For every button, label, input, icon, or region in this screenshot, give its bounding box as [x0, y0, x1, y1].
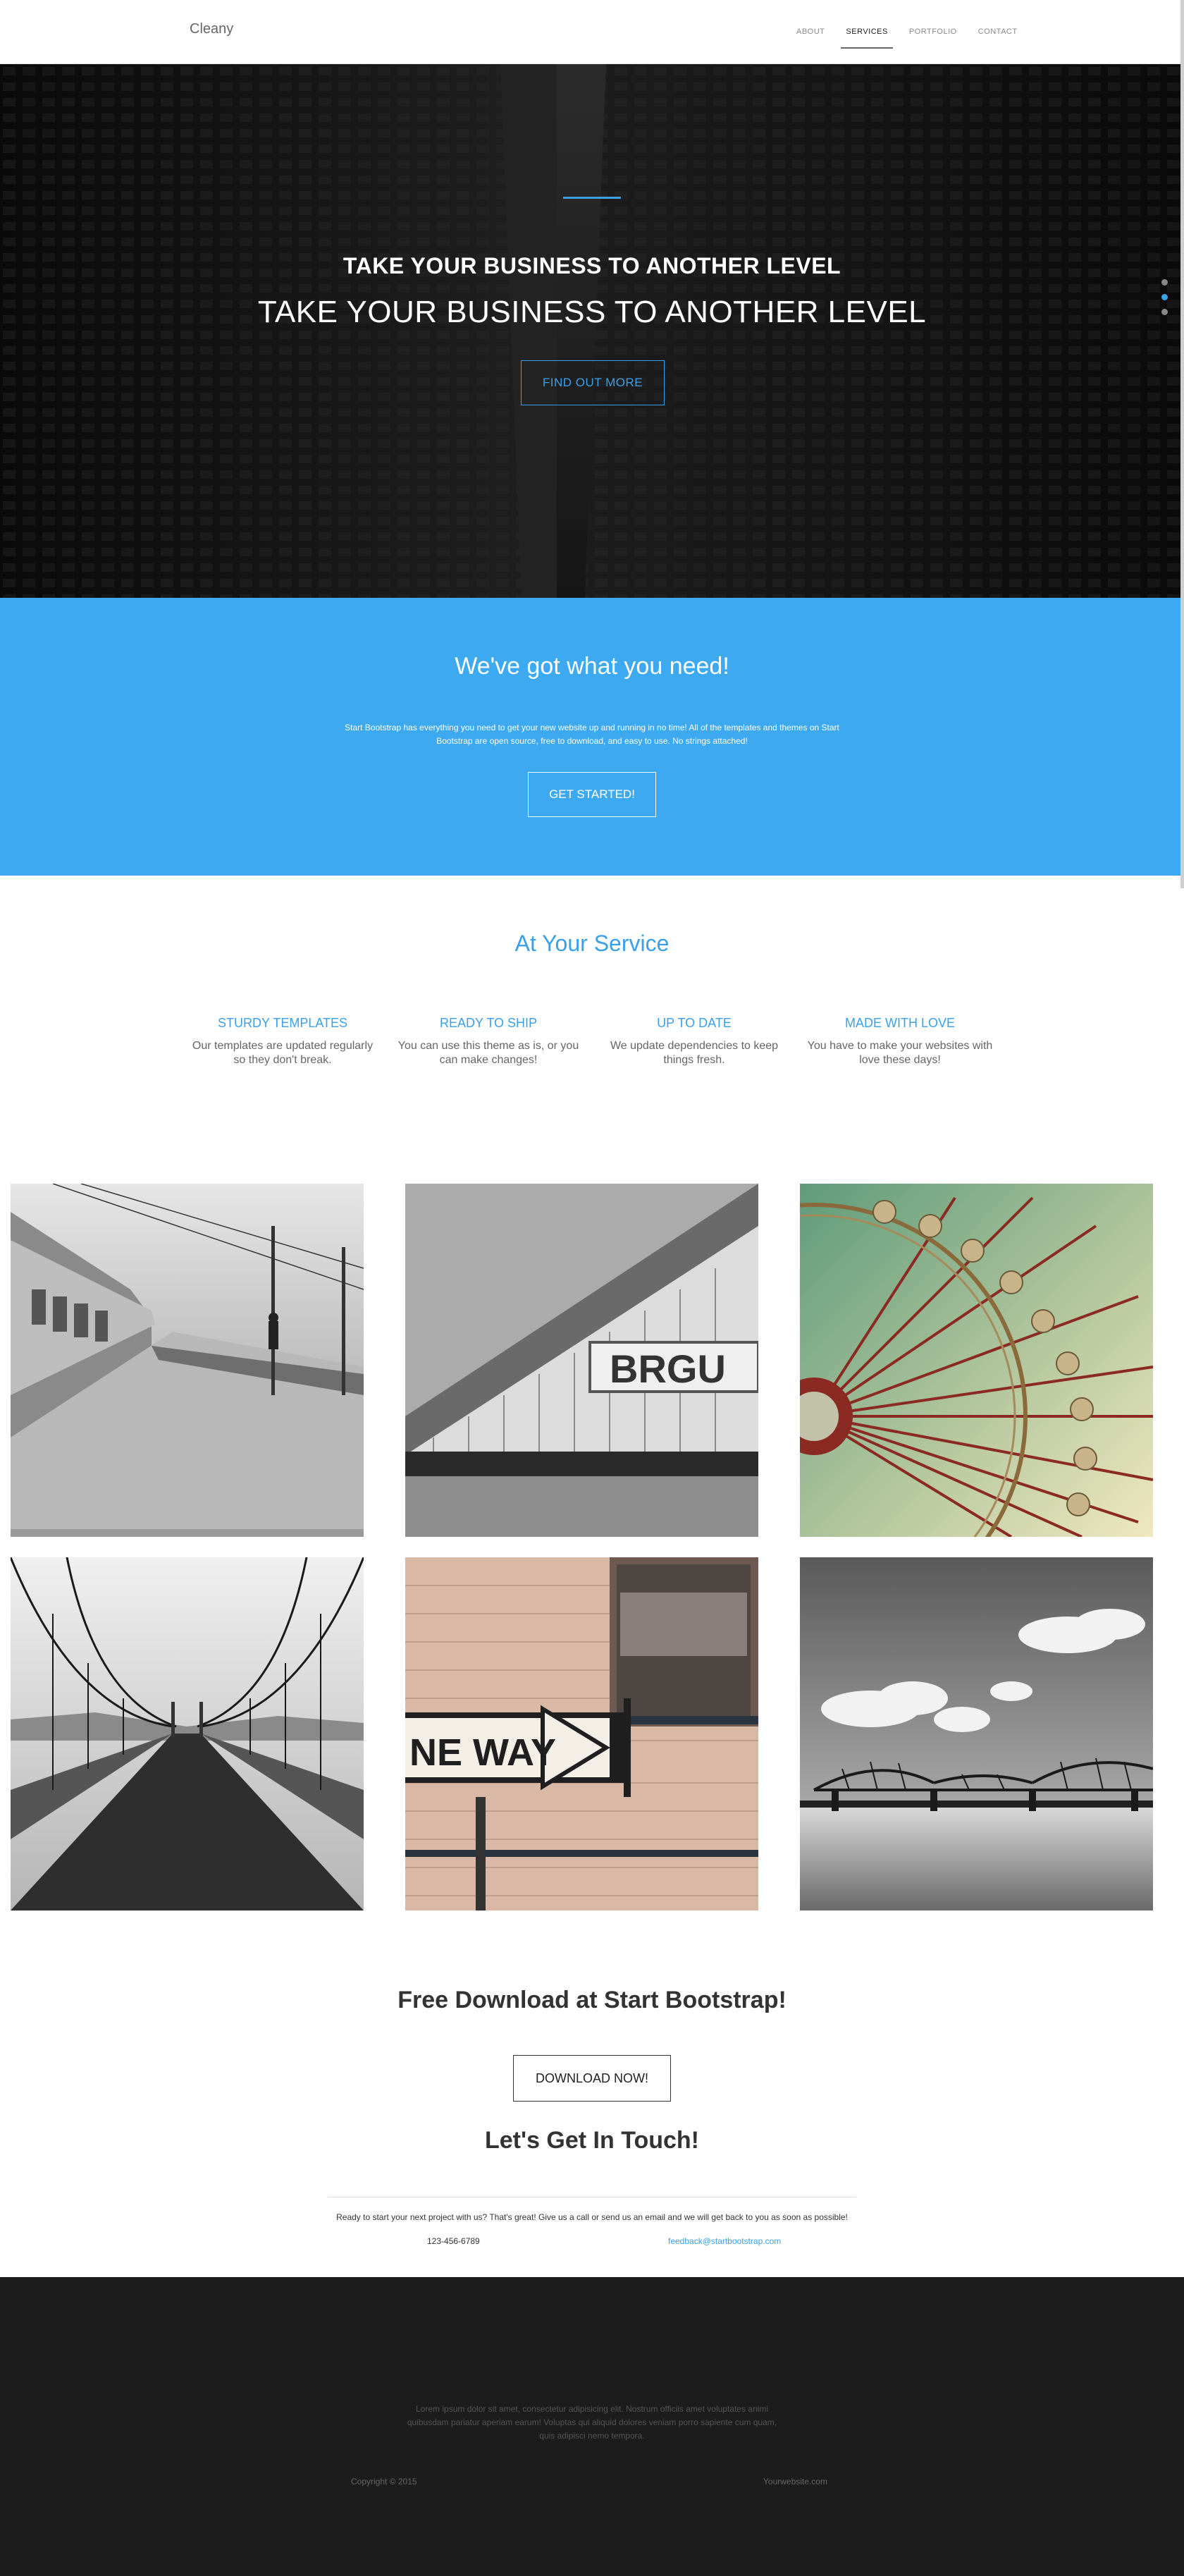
portfolio-image-river-bridge[interactable]: [800, 1557, 1153, 1910]
nav-menu: ABOUT SERVICES PORTFOLIO CONTACT: [786, 0, 1028, 64]
download-heading: Free Download at Start Bootstrap!: [397, 1987, 787, 2013]
slide-dot-2[interactable]: [1161, 294, 1168, 300]
about-text: Start Bootstrap has everything you need …: [345, 723, 839, 746]
portfolio-image-suspension-bridge[interactable]: [11, 1557, 364, 1910]
service-item: UP TO DATE We update dependencies to kee…: [591, 1016, 797, 1067]
service-item: READY TO SHIP You can use this theme as …: [386, 1016, 591, 1067]
services-heading: At Your Service: [514, 931, 670, 956]
portfolio-image-wooden-building[interactable]: BRGU: [405, 1184, 758, 1537]
service-text: You can use this theme as is, or you can…: [397, 1040, 579, 1066]
contact-phone[interactable]: 123-456-6789: [427, 2236, 480, 2246]
nav-item-contact[interactable]: CONTACT: [968, 0, 1028, 64]
footer-text: Lorem ipsum dolor sit amet, consectetur …: [407, 2404, 777, 2441]
service-text: Our templates are updated regularly so t…: [192, 1040, 374, 1066]
service-title: STURDY TEMPLATES: [217, 1016, 348, 1030]
service-title: READY TO SHIP: [439, 1016, 538, 1030]
about-section: We've got what you need! Start Bootstrap…: [0, 598, 1184, 876]
slide-dot-1[interactable]: [1161, 279, 1168, 286]
slide-dot-3[interactable]: [1161, 309, 1168, 315]
nav-item-portfolio[interactable]: PORTFOLIO: [899, 0, 968, 64]
hero-subtitle: TAKE YOUR BUSINESS TO ANOTHER LEVEL: [257, 295, 927, 329]
download-now-button[interactable]: DOWNLOAD NOW!: [513, 2055, 671, 2102]
hero-section: TAKE YOUR BUSINESS TO ANOTHER LEVEL TAKE…: [0, 64, 1184, 598]
service-item: MADE WITH LOVE You have to make your web…: [797, 1016, 1003, 1067]
scrollbar[interactable]: [1180, 0, 1184, 888]
hero-divider: [563, 197, 621, 199]
footer-site-link[interactable]: Yourwebsite.com: [763, 2477, 827, 2486]
portfolio-image-ferris-wheel[interactable]: [800, 1184, 1153, 1537]
slide-dots: [1161, 279, 1168, 324]
contact-email-link[interactable]: feedback@startbootstrap.com: [668, 2236, 781, 2246]
find-out-more-button[interactable]: FIND OUT MORE: [521, 360, 665, 405]
contact-text: Ready to start your next project with us…: [336, 2212, 848, 2222]
service-title: MADE WITH LOVE: [844, 1016, 955, 1030]
get-started-button[interactable]: GET STARTED!: [528, 772, 656, 817]
navbar: Cleany ABOUT SERVICES PORTFOLIO CONTACT: [0, 0, 1184, 64]
portfolio-image-one-way-sign[interactable]: NE WAY: [405, 1557, 758, 1910]
service-text: We update dependencies to keep things fr…: [610, 1040, 779, 1066]
nav-item-about[interactable]: ABOUT: [786, 0, 835, 64]
service-text: You have to make your websites with love…: [807, 1040, 993, 1066]
brand-logo[interactable]: Cleany: [190, 21, 233, 37]
one-way-sign-text: NE WAY: [409, 1731, 556, 1774]
hero-background-image: [0, 64, 1184, 598]
footer: Lorem ipsum dolor sit amet, consectetur …: [0, 2277, 1184, 2576]
service-item: STURDY TEMPLATES Our templates are updat…: [180, 1016, 386, 1067]
contact-heading: Let's Get In Touch!: [484, 2127, 699, 2154]
building-sign-text: BRGU: [610, 1347, 726, 1391]
service-title: UP TO DATE: [657, 1016, 732, 1030]
services-grid: STURDY TEMPLATES Our templates are updat…: [180, 1016, 1004, 1067]
hero-title: TAKE YOUR BUSINESS TO ANOTHER LEVEL: [343, 253, 841, 278]
portfolio-image-train-platform[interactable]: [11, 1184, 364, 1537]
nav-item-services[interactable]: SERVICES: [835, 0, 898, 64]
footer-copyright: Copyright © 2015: [351, 2477, 417, 2486]
about-heading: We've got what you need!: [455, 653, 729, 680]
